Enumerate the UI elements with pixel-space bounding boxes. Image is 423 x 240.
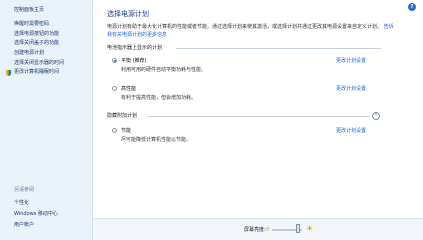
group-divider bbox=[176, 48, 381, 49]
brightness-label: 屏幕亮度: bbox=[244, 227, 266, 233]
sidebar: 控制面板主页 唤醒时需要密码 选择电源按钮的功能 选择关闭盖子的功能 创建电源计… bbox=[0, 0, 93, 240]
description-text: 电源计划有助于最大化计算机的性能或者节能。通过选择计划来使其激活，或选择计划并通… bbox=[107, 24, 383, 30]
see-also-heading: 另请参阅 bbox=[14, 187, 35, 193]
change-plan-settings-link-power-saver[interactable]: 更改计划设置 bbox=[336, 127, 366, 134]
plan-name-high-performance[interactable]: 高性能 bbox=[121, 85, 136, 92]
sidebar-item-wake-password[interactable]: 唤醒时需要密码 bbox=[14, 20, 64, 30]
page-title: 选择电源计划 bbox=[107, 10, 149, 18]
sidebar-task-list: 唤醒时需要密码 选择电源按钮的功能 选择关闭盖子的功能 创建电源计划 选择关闭显… bbox=[6, 20, 64, 78]
see-also-mobility-center[interactable]: Windows 移动中心 bbox=[14, 209, 58, 220]
sidebar-item-lid-close[interactable]: 选择关闭盖子的功能 bbox=[14, 39, 64, 49]
plan-radio-high-performance[interactable] bbox=[112, 86, 117, 91]
group-header-hidden-plans[interactable]: 隐藏附加计划 bbox=[107, 113, 137, 119]
brightness-slider-thumb[interactable] bbox=[295, 224, 300, 233]
change-plan-settings-link-balanced[interactable]: 更改计划设置 bbox=[336, 57, 366, 64]
shield-icon bbox=[6, 70, 11, 77]
sidebar-home-link[interactable]: 控制面板主页 bbox=[14, 6, 44, 13]
plan-desc-high-performance: 有利于提高性能，但会增加功耗。 bbox=[121, 95, 197, 101]
sidebar-item-label: 更改计算机睡眠时间 bbox=[14, 69, 60, 76]
plan-name-power-saver[interactable]: 节能 bbox=[121, 127, 131, 134]
dim-sun-icon: ☼ bbox=[265, 226, 271, 233]
plan-desc-power-saver: 尽可能降低计算机性能以节能。 bbox=[121, 137, 192, 143]
change-plan-settings-link-high-performance[interactable]: 更改计划设置 bbox=[336, 85, 366, 92]
plan-desc-balanced: 利用可用的硬件自动平衡功耗与性能。 bbox=[121, 67, 207, 73]
collapse-chevron-icon[interactable]: ⌃ bbox=[372, 112, 380, 120]
see-also-personalize[interactable]: 个性化 bbox=[14, 198, 58, 209]
help-icon[interactable]: ? bbox=[408, 3, 416, 11]
see-also-user-accounts[interactable]: 用户帐户 bbox=[14, 220, 58, 231]
bright-sun-icon: ☀ bbox=[306, 224, 314, 233]
plan-name-balanced[interactable]: 平衡 (推荐) bbox=[121, 57, 147, 64]
sidebar-item-display-off[interactable]: 选择关闭显示器的时间 bbox=[14, 59, 64, 69]
group-divider bbox=[148, 116, 370, 117]
sidebar-item-create-plan[interactable]: 创建电源计划 bbox=[14, 49, 64, 59]
see-also-list: 个性化 Windows 移动中心 用户帐户 bbox=[14, 198, 58, 231]
group-header-shown-plans: 电池指示器上显示的计划 bbox=[107, 45, 163, 51]
plan-radio-balanced[interactable] bbox=[112, 58, 117, 63]
plan-radio-power-saver[interactable] bbox=[112, 128, 117, 133]
sidebar-item-sleep-time[interactable]: 更改计算机睡眠时间 bbox=[6, 68, 64, 78]
sidebar-item-power-button[interactable]: 选择电源按钮的功能 bbox=[14, 30, 64, 40]
page-description: 电源计划有助于最大化计算机的性能或者节能。通过选择计划来使其激活，或选择计划并通… bbox=[107, 23, 397, 39]
